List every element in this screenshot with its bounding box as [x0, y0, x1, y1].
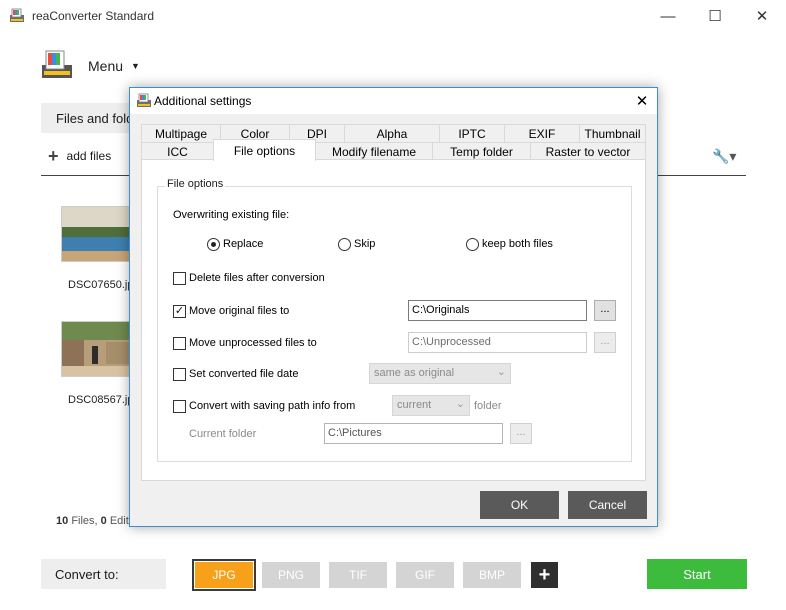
- wrench-settings-icon[interactable]: 🔧▾: [712, 148, 736, 165]
- add-files-button[interactable]: + add files: [48, 146, 112, 166]
- ok-button[interactable]: OK: [480, 491, 559, 519]
- current-folder-browse-button[interactable]: ...: [510, 423, 532, 444]
- format-button-gif[interactable]: GIF: [396, 562, 454, 588]
- set-date-label[interactable]: Set converted file date: [189, 368, 298, 380]
- path-info-select-value: current: [397, 399, 432, 411]
- format-button-png[interactable]: PNG: [262, 562, 320, 588]
- additional-settings-dialog: Additional settings ✕ Multipage Color DP…: [129, 87, 658, 527]
- street-photo: [62, 322, 130, 376]
- delete-files-checkbox[interactable]: [173, 272, 186, 285]
- group-title: File options: [165, 178, 226, 190]
- move-unprocessed-browse-button[interactable]: ...: [594, 332, 616, 353]
- tab-iptc[interactable]: IPTC: [439, 124, 505, 142]
- radio-skip[interactable]: [338, 238, 351, 251]
- tab-modify-filename[interactable]: Modify filename: [315, 142, 433, 160]
- chevron-down-icon: ▼: [131, 61, 140, 71]
- plus-icon: +: [48, 146, 59, 166]
- radio-replace-label[interactable]: Replace: [223, 238, 263, 250]
- cancel-button[interactable]: Cancel: [568, 491, 647, 519]
- move-unprocessed-checkbox[interactable]: [173, 337, 186, 350]
- window-title: reaConverter Standard: [32, 9, 155, 23]
- file-options-panel: File options Overwriting existing file: …: [141, 159, 646, 481]
- thumbnail-image[interactable]: [61, 206, 131, 262]
- path-info-checkbox[interactable]: [173, 400, 186, 413]
- path-info-label[interactable]: Convert with saving path info from: [189, 400, 355, 412]
- move-unprocessed-label[interactable]: Move unprocessed files to: [189, 337, 317, 349]
- tab-temp-folder[interactable]: Temp folder: [432, 142, 531, 160]
- path-info-suffix: folder: [474, 400, 502, 412]
- format-button-jpg[interactable]: JPG: [192, 559, 256, 591]
- radio-skip-label[interactable]: Skip: [354, 238, 375, 250]
- path-info-select[interactable]: current ⌄: [392, 395, 470, 416]
- delete-files-label[interactable]: Delete files after conversion: [189, 272, 325, 284]
- overwrite-label: Overwriting existing file:: [173, 209, 290, 221]
- move-unprocessed-path-input[interactable]: C:\Unprocessed: [408, 332, 587, 353]
- window-title-bar: reaConverter Standard — ☐ ✕: [0, 0, 786, 32]
- files-count-label: Files,: [71, 515, 98, 527]
- start-button[interactable]: Start: [647, 559, 747, 589]
- tab-raster-to-vector[interactable]: Raster to vector: [530, 142, 646, 160]
- move-original-label[interactable]: Move original files to: [189, 305, 289, 317]
- add-files-label: add files: [66, 149, 112, 163]
- close-button[interactable]: ✕: [739, 4, 785, 28]
- files-count: 10: [56, 515, 69, 527]
- edit-count: 0: [100, 515, 107, 527]
- move-original-path-input[interactable]: C:\Originals: [408, 300, 587, 321]
- format-button-bmp[interactable]: BMP: [463, 562, 521, 588]
- app-icon: [10, 8, 24, 22]
- current-folder-input[interactable]: C:\Pictures: [324, 423, 503, 444]
- minimize-button[interactable]: —: [645, 4, 691, 28]
- tab-file-options[interactable]: File options: [213, 139, 316, 161]
- dialog-close-button[interactable]: ✕: [631, 91, 653, 111]
- chevron-down-icon: ⌄: [496, 366, 506, 378]
- landscape-photo: [62, 207, 130, 261]
- file-options-group: File options Overwriting existing file: …: [157, 178, 632, 462]
- maximize-button[interactable]: ☐: [692, 4, 738, 28]
- printer-menu-icon: [42, 50, 72, 78]
- app-icon: [137, 93, 151, 107]
- menu-label: Menu: [88, 58, 124, 74]
- tab-exif[interactable]: EXIF: [504, 124, 580, 142]
- set-date-select[interactable]: same as original ⌄: [369, 363, 511, 384]
- move-original-checkbox[interactable]: ✓: [173, 305, 186, 318]
- format-button-tif[interactable]: TIF: [329, 562, 387, 588]
- set-date-select-value: same as original: [374, 367, 455, 379]
- set-date-checkbox[interactable]: [173, 368, 186, 381]
- chevron-down-icon: ⌄: [455, 398, 465, 410]
- convert-to-label: Convert to:: [41, 559, 166, 589]
- tab-alpha[interactable]: Alpha: [344, 124, 440, 142]
- radio-replace[interactable]: [207, 238, 220, 251]
- dialog-title: Additional settings: [154, 94, 252, 108]
- tab-icc[interactable]: ICC: [141, 142, 214, 160]
- move-original-browse-button[interactable]: ...: [594, 300, 616, 321]
- tab-thumbnail[interactable]: Thumbnail: [579, 124, 646, 142]
- radio-keep-both[interactable]: [466, 238, 479, 251]
- thumbnail-image[interactable]: [61, 321, 131, 377]
- tab-multipage[interactable]: Multipage: [141, 124, 221, 142]
- add-format-button[interactable]: +: [531, 562, 558, 588]
- current-folder-label: Current folder: [189, 428, 257, 440]
- radio-keep-both-label[interactable]: keep both files: [482, 238, 553, 250]
- dialog-title-bar: Additional settings ✕: [130, 88, 657, 114]
- main-menu-button[interactable]: Menu ▼: [40, 48, 140, 84]
